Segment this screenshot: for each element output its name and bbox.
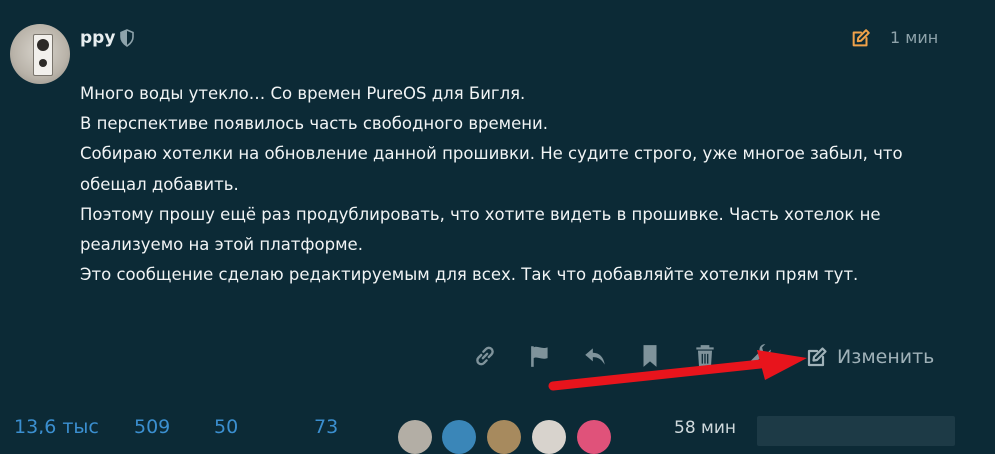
shield-icon bbox=[120, 29, 134, 47]
links-count[interactable]: 73 bbox=[314, 416, 338, 434]
participant-avatar[interactable] bbox=[487, 420, 521, 454]
users-count[interactable]: 50 bbox=[214, 416, 238, 434]
views-count[interactable]: 13,6 тыс bbox=[14, 416, 99, 434]
edit-button[interactable]: Изменить bbox=[805, 342, 934, 372]
post-body: Много воды утекло… Со времен PureOS для … bbox=[80, 79, 940, 290]
post-paragraph: Собираю хотелки на обновление данной про… bbox=[80, 144, 903, 194]
participant-avatar[interactable] bbox=[442, 420, 476, 454]
post-paragraph: Много воды утекло… Со времен PureOS для … bbox=[80, 84, 526, 103]
link-icon[interactable] bbox=[472, 343, 500, 371]
edit-history-icon[interactable] bbox=[850, 27, 872, 49]
last-activity-time[interactable]: 58 мин bbox=[674, 418, 736, 438]
post-time[interactable]: 1 мин bbox=[890, 28, 938, 47]
post-paragraph: В перспективе появилось часть свободного… bbox=[80, 114, 549, 134]
post-username[interactable]: ppy bbox=[80, 28, 115, 48]
annotation-arrow bbox=[548, 350, 807, 391]
participant-avatar[interactable] bbox=[398, 420, 432, 454]
likes-count[interactable]: 509 bbox=[134, 416, 170, 434]
edit-button-label: Изменить bbox=[837, 346, 935, 368]
post-paragraph: Поэтому прошу ещё раз продублировать, чт… bbox=[80, 204, 881, 255]
post-paragraph: Это сообщение сделаю редактируемым для в… bbox=[80, 265, 859, 285]
participant-avatar[interactable] bbox=[532, 420, 566, 454]
speaker-image bbox=[33, 34, 53, 76]
participant-avatar[interactable] bbox=[577, 420, 611, 454]
topic-map-toggle[interactable] bbox=[757, 416, 955, 446]
user-avatar[interactable] bbox=[10, 24, 70, 84]
